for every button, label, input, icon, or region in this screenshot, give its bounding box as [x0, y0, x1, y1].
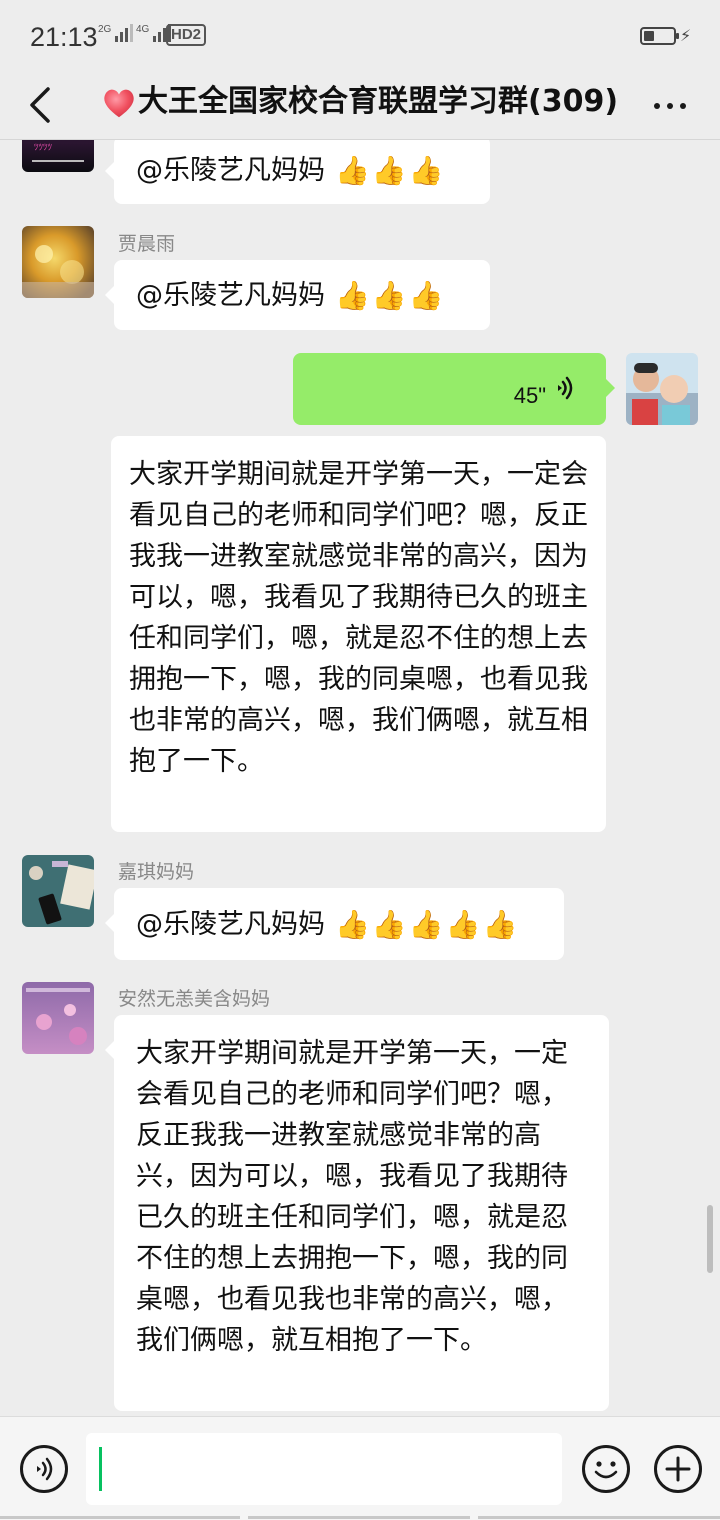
message-bubble[interactable]: 大家开学期间就是开学第一天，一定会看见自己的老师和同学们吧？嗯，反正我我一进教室… [105, 1015, 609, 1411]
bolt-icon: ⚡ [680, 26, 692, 45]
avatar[interactable] [22, 855, 94, 927]
chat-message-list[interactable]: ﾂﾂﾂﾂ @乐陵艺凡妈妈 👍 👍 👍 贾晨雨 @乐陵艺凡妈妈 👍 👍 👍 45"… [0, 140, 720, 1416]
mention-text: @乐陵艺凡妈妈 [136, 908, 325, 940]
avatar[interactable] [22, 226, 94, 298]
mention-text: @乐陵艺凡妈妈 [136, 279, 325, 311]
message-bubble[interactable]: @乐陵艺凡妈妈 👍 👍 👍 👍 👍 [105, 888, 564, 960]
more-dots-icon[interactable] [650, 82, 690, 122]
chevron-left-icon[interactable] [22, 80, 62, 130]
avatar[interactable]: ﾂﾂﾂﾂ [22, 140, 94, 172]
emoji-face-icon[interactable] [582, 1445, 630, 1493]
message-input[interactable] [86, 1433, 562, 1505]
message-bubble[interactable]: @乐陵艺凡妈妈 👍 👍 👍 [105, 260, 490, 330]
sender-name: 贾晨雨 [118, 233, 176, 255]
hd-badge: HD2 [166, 24, 207, 46]
status-bar: 21:13 2G 4G HD2 ⚡ [0, 0, 720, 72]
battery-low-icon [640, 27, 679, 45]
network-2g-label: 2G [98, 24, 112, 35]
sender-name: 安然无恙美含妈妈 [118, 988, 271, 1010]
voice-message-bubble[interactable]: 45" [293, 353, 615, 425]
message-text: 大家开学期间就是开学第一天，一定会看见自己的老师和同学们吧？嗯，反正我我一进教室… [136, 1038, 568, 1356]
system-nav-hint [0, 1514, 720, 1520]
status-time: 21:13 [30, 22, 98, 52]
chat-header: 大王全国家校合育联盟学习群(309) [0, 72, 720, 140]
thumbs-up-icon: 👍 👍 👍 [335, 153, 444, 187]
mention-text: @乐陵艺凡妈妈 [136, 154, 325, 186]
message-bubble[interactable]: @乐陵艺凡妈妈 👍 👍 👍 [105, 140, 490, 204]
svg-text:ﾂﾂﾂﾂ: ﾂﾂﾂﾂ [34, 143, 53, 153]
thumbs-up-icon: 👍 👍 👍 👍 👍 [335, 907, 518, 941]
plus-circle-icon[interactable] [654, 1445, 702, 1493]
input-bar [0, 1416, 720, 1520]
voice-wave-icon [558, 376, 573, 400]
self-avatar[interactable] [626, 353, 698, 425]
message-text: 大家开学期间就是开学第一天，一定会看见自己的老师和同学们吧？嗯，反正我我一进教室… [129, 459, 588, 777]
chat-title: 大王全国家校合育联盟学习群(309) [138, 84, 618, 119]
avatar[interactable] [22, 982, 94, 1054]
scrollbar[interactable] [707, 1205, 713, 1273]
voice-duration: 45" [513, 383, 546, 408]
red-heart-emoji [104, 89, 134, 118]
text-caret [99, 1447, 102, 1491]
network-4g-label: 4G [136, 24, 150, 35]
thumbs-up-icon: 👍 👍 👍 [335, 278, 444, 312]
sender-name: 嘉琪妈妈 [118, 861, 195, 883]
signal-2g-icon: 2G [98, 24, 134, 42]
message-bubble[interactable]: 大家开学期间就是开学第一天，一定会看见自己的老师和同学们吧？嗯，反正我我一进教室… [111, 436, 606, 832]
voice-input-icon[interactable] [20, 1445, 68, 1493]
